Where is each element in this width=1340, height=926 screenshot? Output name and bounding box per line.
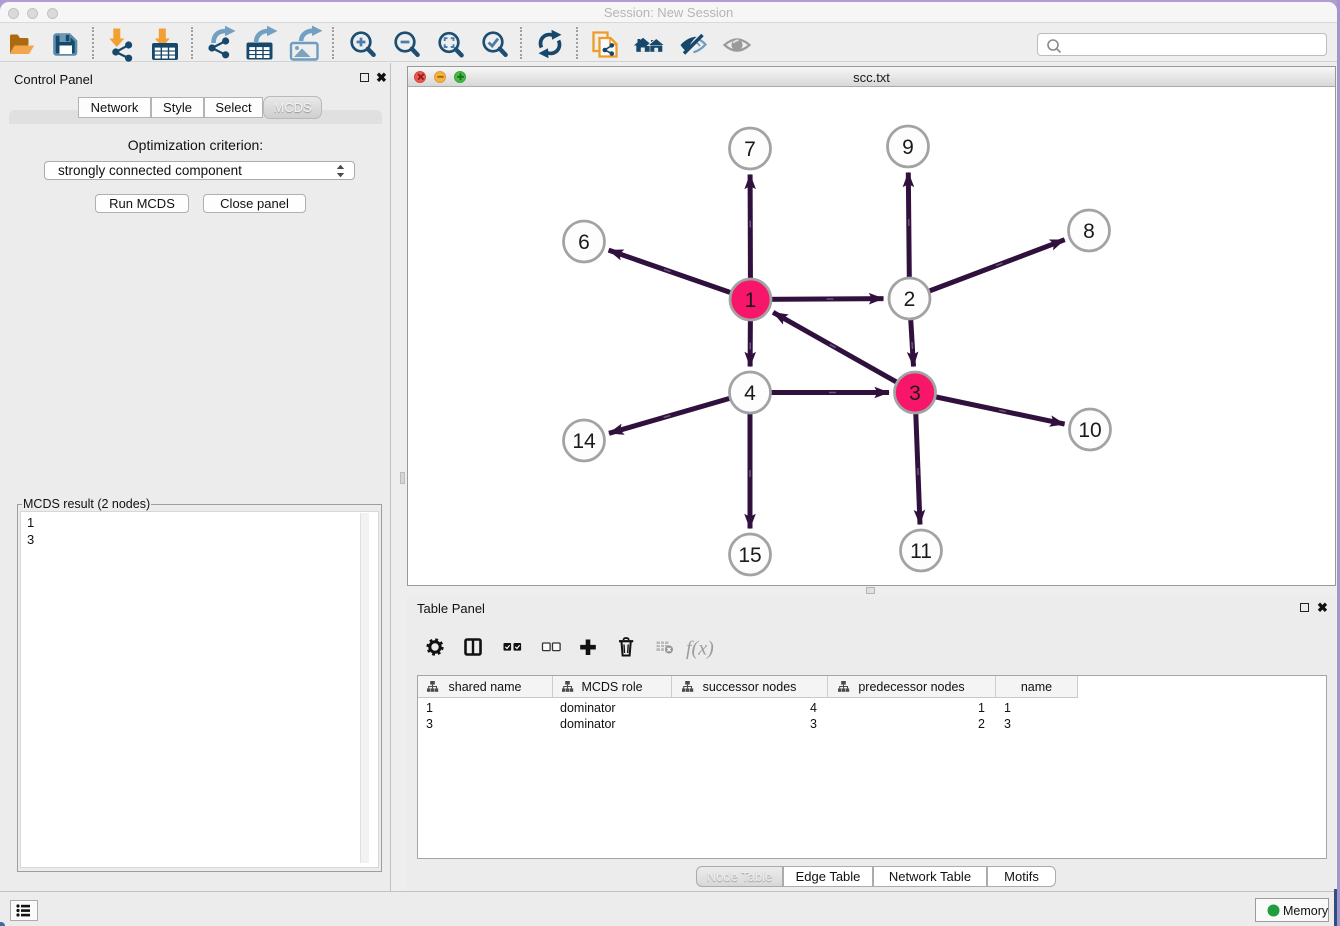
svg-text:3: 3 bbox=[909, 382, 921, 405]
svg-text:14: 14 bbox=[572, 430, 596, 453]
svg-text:7: 7 bbox=[744, 138, 756, 161]
svg-text:1: 1 bbox=[745, 289, 757, 312]
svg-text:8: 8 bbox=[1083, 220, 1095, 243]
svg-text:f(x): f(x) bbox=[686, 638, 714, 660]
svg-text:11: 11 bbox=[910, 540, 932, 563]
svg-text:4: 4 bbox=[744, 382, 756, 405]
svg-text:9: 9 bbox=[902, 136, 914, 159]
svg-text:10: 10 bbox=[1078, 419, 1101, 442]
svg-text:2: 2 bbox=[904, 288, 916, 311]
svg-text:15: 15 bbox=[738, 544, 761, 567]
svg-text:6: 6 bbox=[578, 231, 590, 254]
